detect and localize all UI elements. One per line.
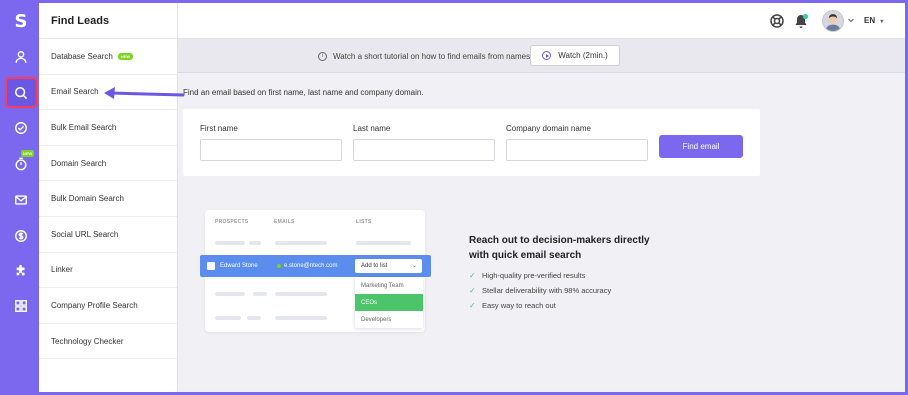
placeholder-bar xyxy=(215,241,245,245)
first-name-input[interactable] xyxy=(200,139,342,161)
info-icon: i xyxy=(318,52,327,61)
sidebar-item-database-search[interactable]: Database Search NEW xyxy=(39,39,177,75)
mail-icon[interactable] xyxy=(11,190,31,210)
promo-point: ✓ Stellar deliverability with 98% accura… xyxy=(469,283,611,298)
tutorial-text: Watch a short tutorial on how to find em… xyxy=(333,52,531,61)
illus-dropdown-menu: Marketing Team CEOs Developers xyxy=(355,277,423,328)
illus-header-emails: EMAILS xyxy=(274,219,295,225)
sidebar-item-label: Social URL Search xyxy=(51,229,119,239)
language-selector[interactable]: EN ▾ xyxy=(864,16,883,25)
sidebar-item-label: Email Search xyxy=(51,87,99,97)
annotation-arrow xyxy=(104,87,185,99)
check-icon: ✓ xyxy=(469,301,476,310)
promo-point: ✓ Easy way to reach out xyxy=(469,298,611,313)
placeholder-bar xyxy=(215,292,245,296)
placeholder-bar xyxy=(247,316,261,320)
puzzle-icon[interactable] xyxy=(11,261,31,281)
sidebar-item-label: Company Profile Search xyxy=(51,300,138,310)
sidebar-item-label: Bulk Domain Search xyxy=(51,194,124,204)
tutorial-bar: i Watch a short tutorial on how to find … xyxy=(178,39,905,73)
language-chevron-down-icon: ▾ xyxy=(880,19,884,25)
timer-icon[interactable] xyxy=(11,154,31,174)
placeholder-bar xyxy=(253,292,267,296)
find-leads-sidebar: Find Leads Database Search NEW Email Sea… xyxy=(39,3,178,392)
last-name-group: Last name xyxy=(353,124,495,161)
placeholder-bar xyxy=(275,241,327,245)
last-name-input[interactable] xyxy=(353,139,495,161)
last-name-label: Last name xyxy=(353,124,391,133)
search-icon[interactable] xyxy=(11,83,31,103)
promo-point-text: Easy way to reach out xyxy=(482,301,556,310)
first-name-group: First name xyxy=(200,124,342,161)
user-avatar[interactable] xyxy=(822,10,844,32)
find-email-button[interactable]: Find email xyxy=(659,135,743,158)
notification-bell-icon[interactable] xyxy=(793,13,809,29)
new-badge: NEW xyxy=(117,52,134,60)
sidebar-item-linker[interactable]: Linker xyxy=(39,253,177,289)
top-bar: EN ▾ xyxy=(178,3,905,39)
first-name-label: First name xyxy=(200,124,238,133)
sidebar-title: Find Leads xyxy=(39,3,177,39)
placeholder-bar xyxy=(275,316,327,320)
promo-title: Reach out to decision-makers directly wi… xyxy=(469,235,650,261)
play-icon xyxy=(542,51,552,60)
language-label: EN xyxy=(864,16,876,25)
verify-check-icon[interactable] xyxy=(11,118,31,138)
domain-label: Company domain name xyxy=(506,124,591,133)
watch-button-label: Watch (2min.) xyxy=(558,51,608,60)
placeholder-bar xyxy=(356,241,411,245)
promo-point: ✓ High-quality pre-verified results xyxy=(469,268,611,283)
domain-group: Company domain name xyxy=(506,124,648,161)
dollar-icon[interactable] xyxy=(11,226,31,246)
verified-dot xyxy=(277,264,281,268)
avatar-chevron-down-icon[interactable] xyxy=(847,16,855,24)
illus-email-text: e.stone@ntech.com xyxy=(284,263,338,269)
page-subtitle: Find an email based on first name, last … xyxy=(183,88,424,97)
sidebar-item-social-url-search[interactable]: Social URL Search xyxy=(39,217,177,253)
app-frame: S NEW Find Leads Database Search NEW Ema… xyxy=(3,3,905,392)
illus-prospect-name: Edward Stone xyxy=(220,263,258,269)
sidebar-item-label: Technology Checker xyxy=(51,336,124,346)
sidebar-item-label: Domain Search xyxy=(51,158,107,168)
placeholder-bar xyxy=(249,241,261,245)
sidebar-item-bulk-domain-search[interactable]: Bulk Domain Search xyxy=(39,181,177,217)
sidebar-item-label: Database Search xyxy=(51,51,113,61)
dropdown-option-selected: CEOs xyxy=(355,294,423,311)
sidebar-item-technology-checker[interactable]: Technology Checker xyxy=(39,324,177,360)
domain-input[interactable] xyxy=(506,139,648,161)
check-icon: ✓ xyxy=(469,286,476,295)
tutorial-message: i Watch a short tutorial on how to find … xyxy=(318,52,530,61)
dropdown-option: Marketing Team xyxy=(361,282,404,289)
promo-list: ✓ High-quality pre-verified results ✓ St… xyxy=(469,268,611,313)
row-checkbox xyxy=(207,262,215,270)
dropdown-option: Developers xyxy=(361,316,392,323)
illus-header-lists: LISTS xyxy=(356,219,372,225)
app-logo[interactable]: S xyxy=(3,11,39,32)
support-lifebuoy-icon[interactable] xyxy=(769,13,785,29)
promo-point-text: Stellar deliverability with 98% accuracy xyxy=(482,286,612,295)
dropdown-label: Add to list xyxy=(361,263,388,269)
sidebar-item-bulk-email-search[interactable]: Bulk Email Search xyxy=(39,110,177,146)
icon-rail: S NEW xyxy=(3,3,39,392)
illus-add-to-list-dropdown: Add to list ⌄ xyxy=(355,259,422,273)
illus-header-prospects: PROSPECTS xyxy=(215,219,249,225)
sidebar-item-domain-search[interactable]: Domain Search xyxy=(39,146,177,182)
apps-grid-icon[interactable] xyxy=(11,296,31,316)
sidebar-item-company-profile-search[interactable]: Company Profile Search xyxy=(39,288,177,324)
illus-prospect-email: e.stone@ntech.com xyxy=(277,263,337,269)
user-icon[interactable] xyxy=(11,47,31,67)
placeholder-bar xyxy=(215,316,241,320)
sidebar-item-label: Linker xyxy=(51,265,73,275)
check-icon: ✓ xyxy=(469,271,476,280)
promo-point-text: High-quality pre-verified results xyxy=(482,271,586,280)
email-search-form: First name Last name Company domain name… xyxy=(183,109,760,176)
chevron-down-icon: ⌄ xyxy=(411,263,417,269)
sidebar-item-label: Bulk Email Search xyxy=(51,122,117,132)
watch-tutorial-button[interactable]: Watch (2min.) xyxy=(530,45,620,66)
placeholder-bar xyxy=(275,292,327,296)
